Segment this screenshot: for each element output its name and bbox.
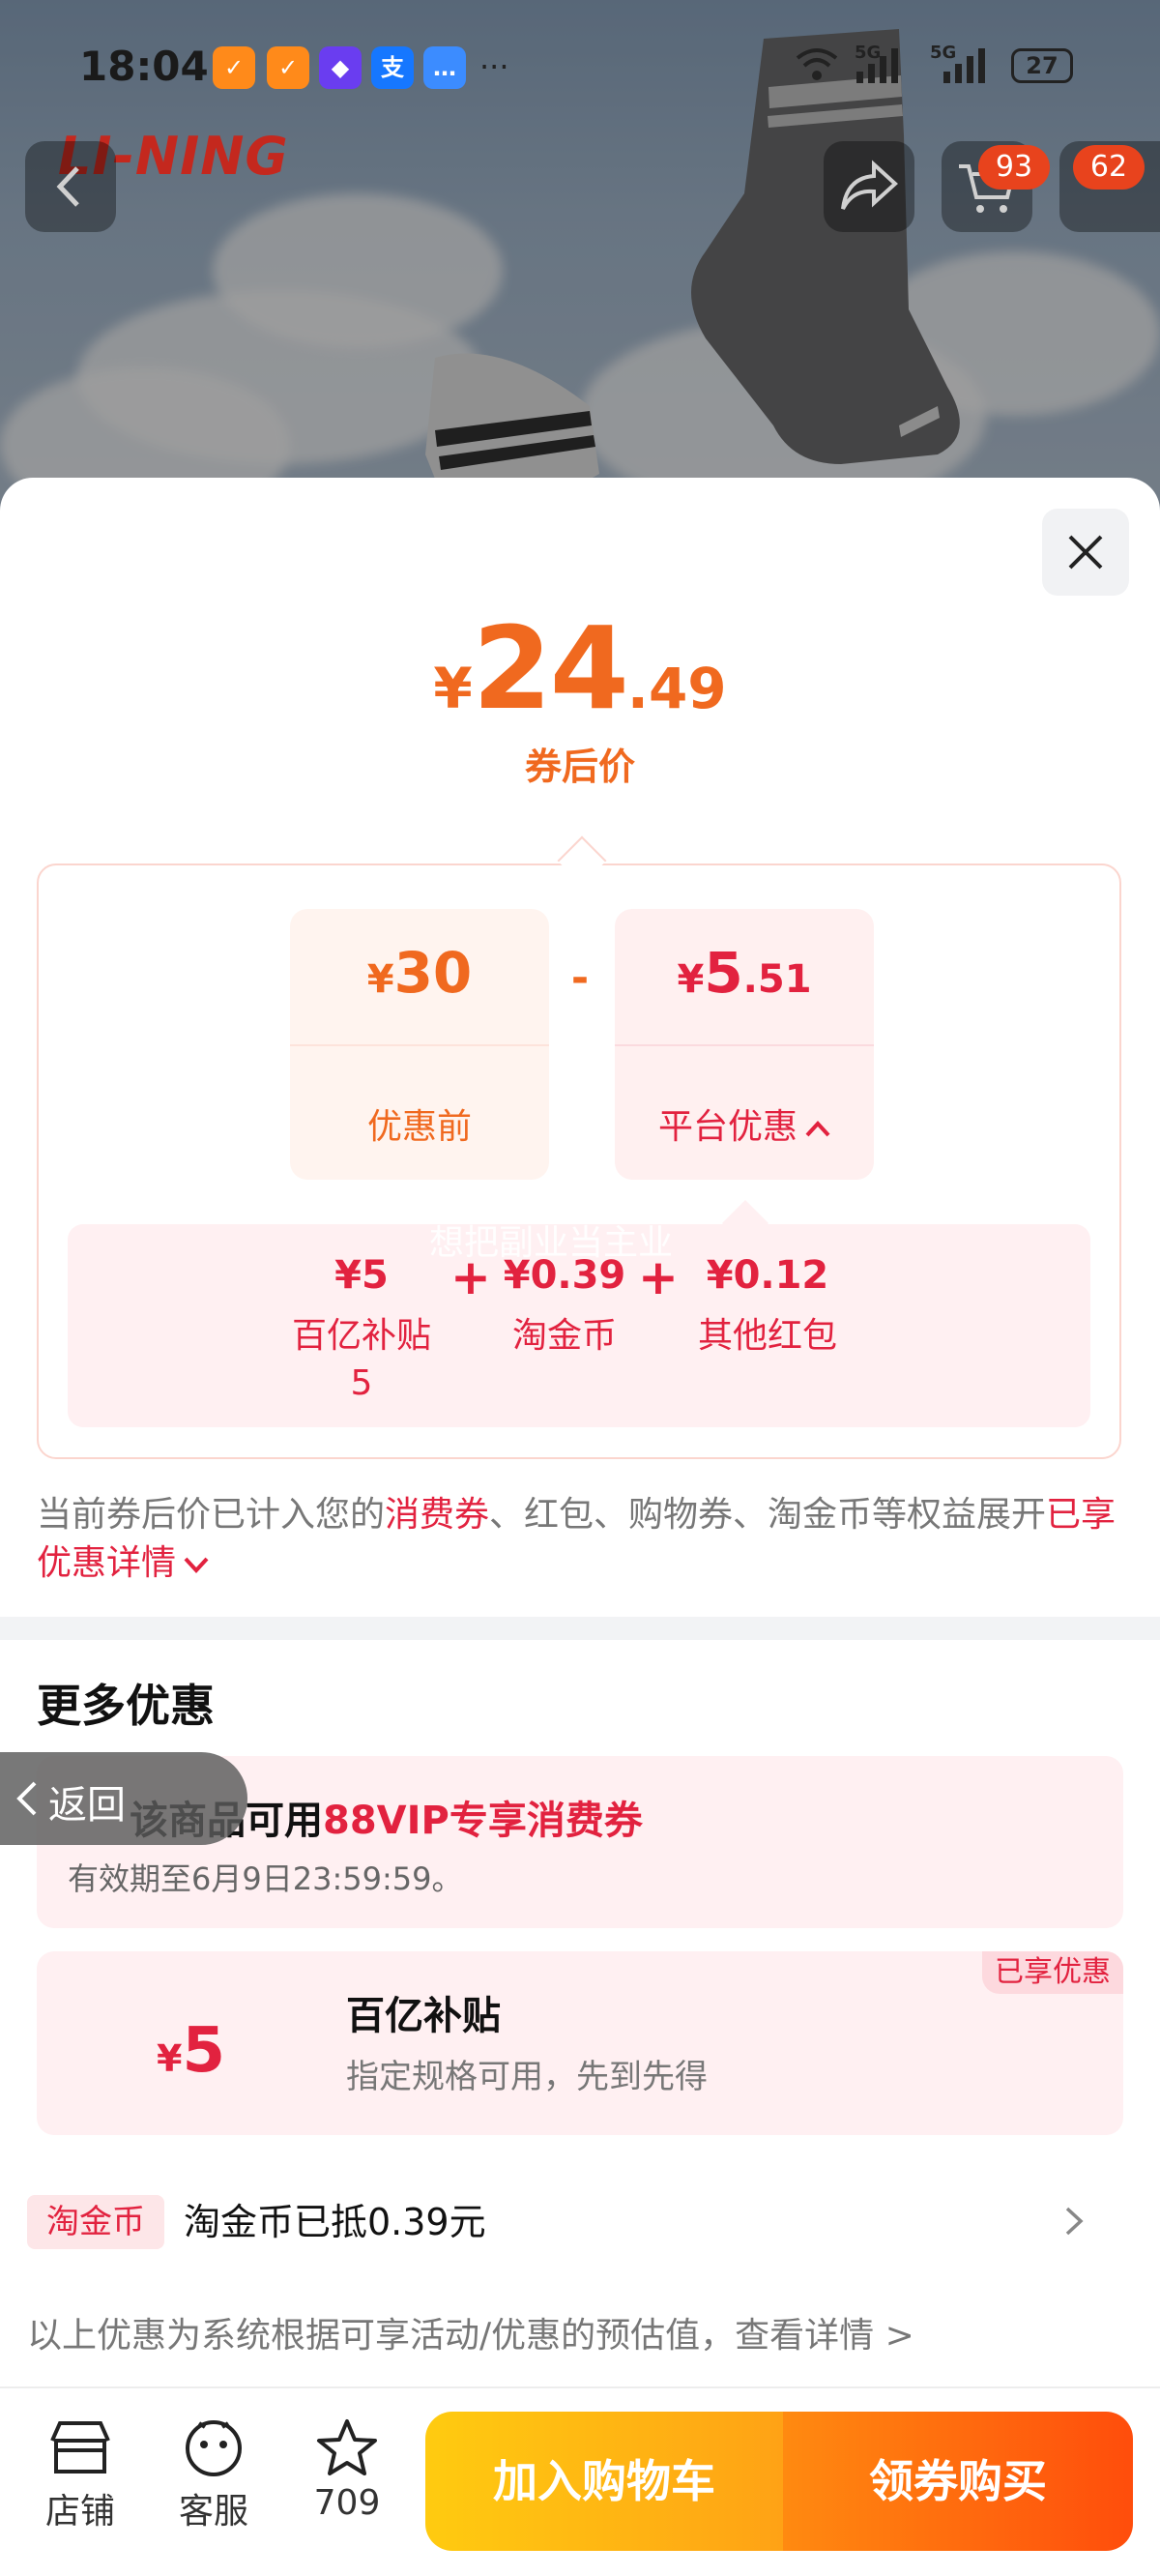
platform-discount-label: 平台优惠 (657, 1107, 798, 1147)
final-price: ¥24.49 (0, 601, 1160, 735)
back-button[interactable] (25, 141, 116, 232)
chevron-left-icon (16, 1781, 37, 1816)
discount-item-coin: ¥0.39 淘金币 (483, 1253, 646, 1358)
price-label: 券后价 (524, 746, 635, 788)
network-label: 5G (930, 43, 957, 63)
chevron-down-icon (184, 1557, 209, 1573)
original-value: 30 (393, 940, 473, 1006)
platform-integer: 5 (704, 940, 743, 1006)
favorite-count: 709 (313, 2483, 381, 2523)
claim-coupon-buy-button[interactable]: 领券购买 (783, 2412, 1133, 2551)
original-price-card: ¥30 优惠前 (290, 909, 549, 1180)
app-notification-icon: ◆ (319, 46, 362, 89)
floating-back-label: 返回 (48, 1783, 126, 1828)
more-notifications: ··· (479, 48, 509, 85)
more-offers-title: 更多优惠 (37, 1680, 215, 1732)
subsidy-amount: ¥5 (157, 2015, 225, 2087)
discount-item-value: ¥0.12 (706, 1253, 829, 1298)
favorite-button[interactable]: 709 (294, 2417, 400, 2523)
consumption-coupon-link[interactable]: 消费券 (385, 1495, 489, 1535)
estimate-footnote[interactable]: 以上优惠为系统根据可享活动/优惠的预估值，查看详情 > (27, 2307, 914, 2357)
discount-item-label: 淘金币 (511, 1316, 617, 1356)
wifi-icon (793, 44, 841, 87)
discount-item-sub: 5 (350, 1363, 373, 1403)
close-button[interactable] (1042, 509, 1129, 596)
add-to-cart-button[interactable]: 加入购物车 (425, 2412, 783, 2551)
coin-tag: 淘金币 (27, 2195, 164, 2249)
shop-button[interactable]: 店铺 (27, 2417, 133, 2533)
cart-count-badge: 93 (978, 145, 1050, 190)
share-button[interactable] (824, 141, 914, 232)
original-price-label: 优惠前 (366, 1107, 472, 1147)
app-notification-icon: ✓ (267, 46, 309, 89)
platform-discount-card[interactable]: ¥5.51 平台优惠 (615, 909, 874, 1180)
share-icon (841, 160, 898, 210)
alipay-icon: 支 (371, 46, 414, 89)
service-icon (186, 2420, 242, 2476)
discount-item-redpacket: ¥0.12 其他红包 (677, 1253, 858, 1358)
chevron-up-icon (805, 1121, 830, 1137)
message-count-badge: 62 (1073, 145, 1145, 190)
chevron-right-icon[interactable] (1063, 2205, 1085, 2238)
discount-item-value: ¥0.39 (503, 1253, 626, 1298)
battery-level: 27 (1026, 52, 1058, 79)
discount-item-value: ¥5 (334, 1253, 389, 1298)
minus-operator: - (570, 953, 590, 1003)
shop-label: 店铺 (44, 2492, 115, 2532)
bottom-bar-divider (0, 2386, 1160, 2388)
status-time: 18:04 (79, 43, 209, 90)
battery-indicator: 27 (1011, 48, 1073, 83)
star-icon (317, 2419, 377, 2475)
platform-decimal: .51 (742, 957, 812, 1002)
discount-item-label: 百亿补贴 (291, 1316, 431, 1356)
section-divider (0, 1617, 1160, 1640)
price-currency: ¥ (433, 656, 473, 721)
discount-item-label: 其他红包 (697, 1316, 837, 1356)
service-label: 客服 (178, 2492, 248, 2532)
platform-currency: ¥ (677, 957, 705, 1002)
customer-service-button[interactable]: 客服 (160, 2417, 267, 2533)
plus-operator: + (638, 1249, 679, 1305)
price-decimal: .49 (626, 656, 727, 721)
shop-icon (50, 2421, 110, 2474)
floating-back-button[interactable]: 返回 (0, 1752, 247, 1845)
price-note: 当前券后价已计入您的消费券、红包、购物券、淘金币等权益展开已享优惠详情 (37, 1495, 1116, 1583)
price-integer: 24 (472, 601, 629, 735)
discount-item-subsidy: ¥5 百亿补贴 5 (271, 1253, 452, 1403)
close-icon (1068, 535, 1103, 570)
network-label: 5G (855, 43, 882, 63)
app-notification-icon: ✓ (213, 46, 255, 89)
original-currency: ¥ (366, 957, 394, 1002)
applied-badge: 已享优惠 (982, 1951, 1123, 1994)
chevron-left-icon (56, 166, 79, 207)
vip-coupon-validity: 有效期至6月9日23:59:59。 (68, 1860, 463, 1897)
coin-deduction-text[interactable]: 淘金币已抵0.39元 (184, 2195, 486, 2249)
subsidy-description: 指定规格可用，先到先得 (346, 2058, 708, 2096)
subsidy-title: 百亿补贴 (346, 1994, 501, 2038)
message-icon: … (423, 46, 466, 89)
